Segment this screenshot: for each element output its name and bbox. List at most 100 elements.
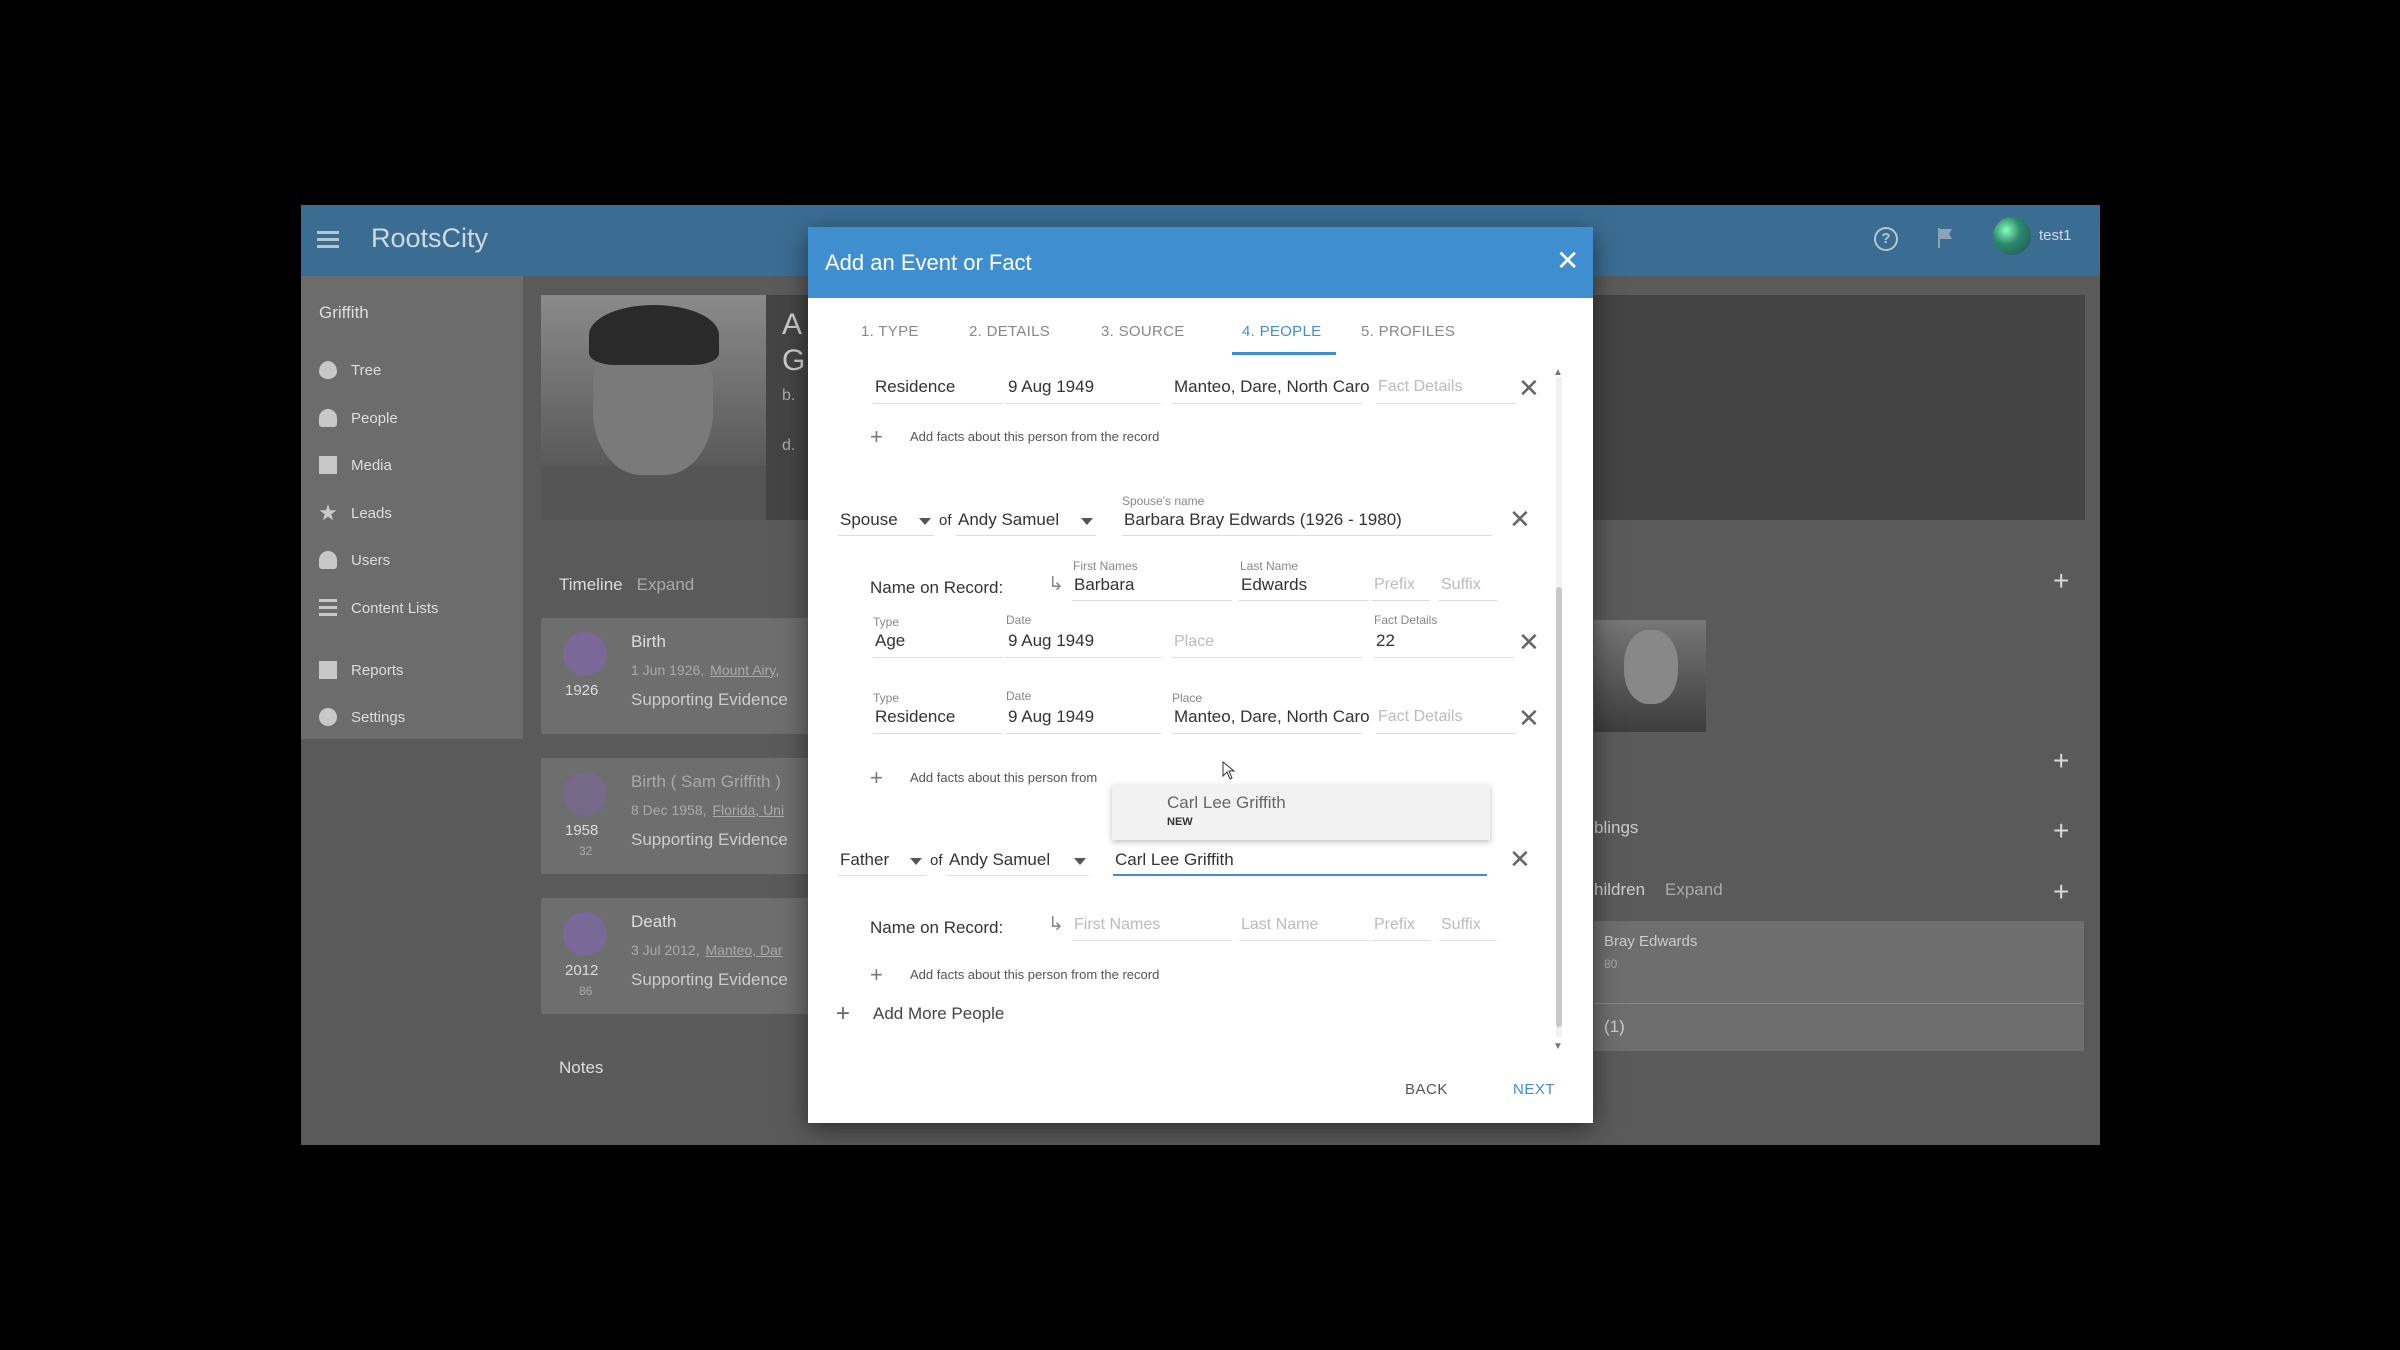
first-names-field[interactable]: First Names [1074, 916, 1160, 934]
fact-type-field[interactable]: Age [875, 631, 905, 651]
add-more-people-button[interactable]: Add More People [873, 1004, 1004, 1024]
autocomplete-suggestion[interactable]: Carl Lee Griffith NEW [1112, 785, 1490, 840]
child-count: (1) [1604, 1017, 1625, 1036]
sidebar-item-content-lists[interactable]: Content Lists [319, 594, 439, 622]
profile-photo [541, 295, 766, 520]
fact-place-field[interactable]: Manteo, Dare, North Caro [1174, 377, 1370, 397]
sidebar-item-users[interactable]: Users [319, 546, 390, 574]
fact-details-field[interactable]: Fact Details [1378, 378, 1462, 396]
help-icon[interactable]: ? [1874, 227, 1898, 251]
dialog-scrollbar[interactable]: ▲ ▼ [1548, 367, 1570, 1052]
remove-person-icon[interactable]: ✕ [1509, 846, 1531, 872]
fact-date-field[interactable]: 9 Aug 1949 [1008, 631, 1094, 651]
tab-source[interactable]: 3. SOURCE [1101, 317, 1185, 355]
fact-place-field[interactable]: Place [1174, 633, 1214, 651]
user-name[interactable]: test1 [2039, 227, 2072, 244]
event-date: 1 Jun 1926, Mount Airy, [631, 662, 780, 678]
next-button[interactable]: NEXT [1513, 1081, 1555, 1098]
return-arrow-icon: ↳ [1048, 574, 1064, 595]
tab-people[interactable]: 4. PEOPLE [1232, 317, 1336, 355]
hamburger-menu-icon[interactable] [317, 227, 339, 253]
add-icon[interactable]: + [2053, 747, 2069, 775]
relation-select[interactable]: Father [840, 850, 889, 870]
fact-date-field[interactable]: 9 Aug 1949 [1008, 377, 1094, 397]
supporting-evidence-link[interactable]: Supporting Evidence [631, 690, 788, 710]
image-icon [319, 456, 337, 474]
fact-type-field[interactable]: Residence [875, 377, 955, 397]
suffix-field[interactable]: Suffix [1441, 576, 1481, 594]
event-year: 1926 [565, 682, 599, 699]
user-avatar[interactable] [1993, 217, 2031, 255]
scrollbar-thumb[interactable] [1556, 587, 1562, 1027]
add-icon[interactable]: + [870, 426, 883, 448]
sidebar-item-tree[interactable]: Tree [319, 356, 381, 384]
back-button[interactable]: BACK [1405, 1081, 1448, 1098]
add-icon[interactable]: + [836, 1002, 850, 1026]
fact-place-field[interactable]: Manteo, Dare, North Caro [1174, 707, 1370, 727]
fact-details-field[interactable]: 22 [1376, 631, 1395, 651]
tab-type[interactable]: 1. TYPE [861, 317, 919, 355]
prefix-field[interactable]: Prefix [1374, 576, 1415, 594]
last-name-label: Last Name [1240, 559, 1299, 573]
sidebar-item-leads[interactable]: Leads [319, 499, 392, 527]
mouse-cursor-icon [1222, 761, 1236, 780]
tab-details[interactable]: 2. DETAILS [969, 317, 1050, 355]
relation-select[interactable]: Spouse [840, 510, 898, 530]
dialog-title: Add an Event or Fact [825, 250, 1032, 275]
star-icon [319, 504, 337, 521]
add-event-dialog: Add an Event or Fact ✕ 1. TYPE 2. DETAIL… [808, 227, 1593, 1123]
prefix-field[interactable]: Prefix [1374, 916, 1415, 934]
user-outline-icon [319, 551, 337, 569]
remove-person-icon[interactable]: ✕ [1509, 506, 1531, 532]
father-name-field[interactable]: Carl Lee Griffith [1115, 850, 1234, 870]
timeline-event-card[interactable]: 1958 32 Birth ( Sam Griffith ) 8 Dec 195… [541, 758, 811, 874]
timeline-expand-link[interactable]: Expand [637, 575, 695, 594]
chevron-down-icon[interactable] [910, 858, 922, 865]
chevron-down-icon[interactable] [1081, 518, 1093, 525]
fact-details-field[interactable]: Fact Details [1378, 708, 1462, 726]
timeline-event-card[interactable]: 1926 Birth 1 Jun 1926, Mount Airy, Suppor… [541, 618, 811, 734]
sidebar-item-label: Reports [351, 661, 404, 679]
of-person-select[interactable]: Andy Samuel [958, 510, 1059, 530]
tab-profiles[interactable]: 5. PROFILES [1361, 317, 1455, 355]
sidebar-item-media[interactable]: Media [319, 451, 392, 479]
suffix-field[interactable]: Suffix [1441, 916, 1481, 934]
of-person-select[interactable]: Andy Samuel [949, 850, 1050, 870]
remove-fact-icon[interactable]: ✕ [1518, 375, 1540, 401]
scroll-down-icon[interactable]: ▼ [1553, 1041, 1563, 1052]
child-card[interactable]: Bray Edwards 80 (1) [1594, 921, 2084, 1051]
add-icon[interactable]: + [2053, 567, 2069, 595]
fact-date-field[interactable]: 9 Aug 1949 [1008, 707, 1094, 727]
add-icon[interactable]: + [2053, 817, 2069, 845]
event-date: 3 Jul 2012, Manteo, Dar [631, 942, 783, 958]
profile-thumbnail[interactable] [1594, 620, 1706, 732]
add-icon[interactable]: + [2053, 878, 2069, 906]
add-facts-link[interactable]: Add facts about this person from the rec… [910, 967, 1159, 982]
list-icon [319, 599, 337, 617]
close-icon[interactable]: ✕ [1556, 247, 1579, 275]
spouse-name-field[interactable]: Barbara Bray Edwards (1926 - 1980) [1124, 510, 1402, 530]
event-age: 32 [579, 844, 593, 858]
add-icon[interactable]: + [870, 767, 883, 789]
last-name-field[interactable]: Edwards [1241, 575, 1307, 595]
add-facts-link[interactable]: Add facts about this person from the rec… [910, 429, 1159, 444]
place-label: Place [1172, 691, 1203, 705]
remove-fact-icon[interactable]: ✕ [1518, 629, 1540, 655]
remove-fact-icon[interactable]: ✕ [1518, 705, 1540, 731]
fact-type-field[interactable]: Residence [875, 707, 955, 727]
chevron-down-icon[interactable] [919, 518, 931, 525]
sidebar-item-label: People [351, 409, 398, 427]
last-name-field[interactable]: Last Name [1241, 916, 1318, 934]
sidebar-item-reports[interactable]: Reports [319, 656, 404, 684]
flag-icon[interactable] [1937, 227, 1955, 249]
add-icon[interactable]: + [870, 964, 883, 986]
add-facts-link[interactable]: Add facts about this person from [910, 770, 1097, 785]
timeline-event-card[interactable]: 2012 86 Death 3 Jul 2012, Manteo, Dar Sup… [541, 898, 811, 1014]
chevron-down-icon[interactable] [1074, 858, 1086, 865]
supporting-evidence-link[interactable]: Supporting Evidence [631, 970, 788, 990]
sidebar-item-settings[interactable]: Settings [319, 703, 405, 731]
children-expand-link[interactable]: Expand [1665, 880, 1723, 900]
supporting-evidence-link[interactable]: Supporting Evidence [631, 830, 788, 850]
first-names-field[interactable]: Barbara [1074, 575, 1134, 595]
sidebar-item-people[interactable]: People [319, 404, 398, 432]
